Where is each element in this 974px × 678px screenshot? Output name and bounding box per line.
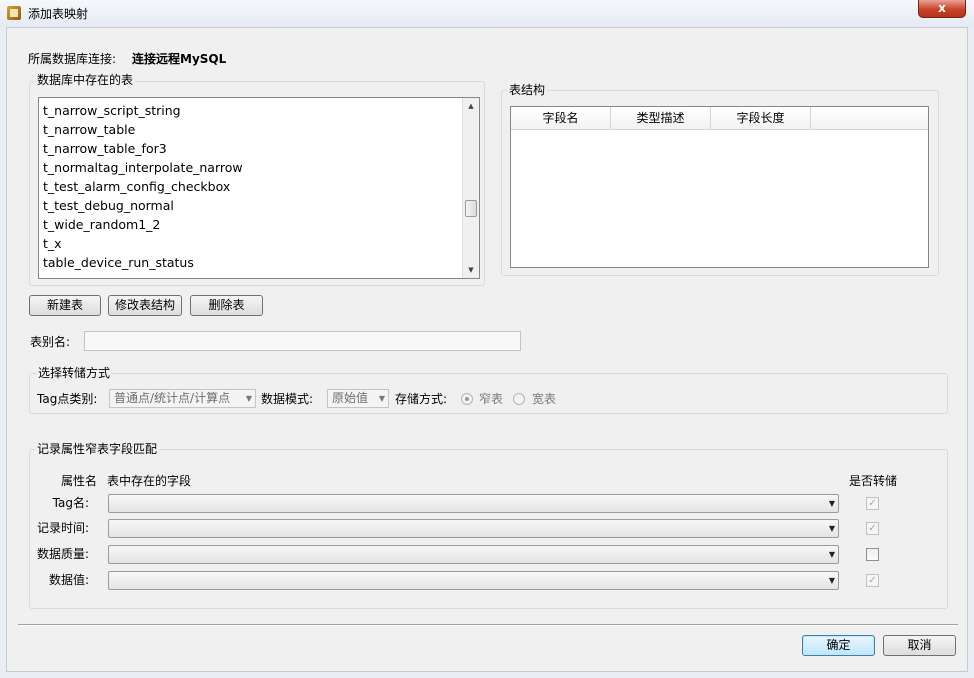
storage-mode-label: 存储方式: (395, 392, 448, 406)
dump-header: 是否转储 (849, 474, 898, 488)
dump-checkbox[interactable] (866, 548, 879, 561)
mapping-field-select[interactable]: ▼ (108, 494, 839, 513)
dialog-client-area: 所属数据库连接: 连接远程MySQL 数据库中存在的表 t_narrow_scr… (6, 27, 968, 672)
tag-type-select[interactable]: 普通点/统计点/计算点 ▼ (109, 389, 256, 408)
alias-label: 表别名: (30, 335, 71, 349)
new-table-button[interactable]: 新建表 (29, 295, 101, 316)
ok-button[interactable]: 确定 (802, 635, 875, 656)
footer-separator (18, 624, 958, 626)
window-title: 添加表映射 (28, 7, 89, 21)
chevron-down-icon: ▼ (828, 524, 835, 533)
dialog-window: 添加表映射 x 所属数据库连接: 连接远程MySQL 数据库中存在的表 t_na… (0, 0, 974, 678)
mapping-field-select[interactable]: ▼ (108, 545, 839, 564)
chevron-down-icon: ▼ (245, 394, 252, 403)
mapping-field-select[interactable]: ▼ (108, 519, 839, 538)
tag-type-value: 普通点/统计点/计算点 (114, 391, 231, 405)
chevron-down-icon: ▼ (828, 499, 835, 508)
dump-checkbox[interactable]: ✓ (866, 574, 879, 587)
cancel-button[interactable]: 取消 (883, 635, 956, 656)
mapping-field-select[interactable]: ▼ (108, 571, 839, 590)
storage-group-legend: 选择转储方式 (36, 366, 113, 380)
list-item[interactable]: t_test_alarm_config_checkbox (43, 177, 243, 196)
chevron-down-icon: ▼ (828, 550, 835, 559)
structure-grid[interactable]: 字段名 类型描述 字段长度 (510, 106, 929, 268)
tables-vertical-scrollbar[interactable]: ▲ ▼ (462, 98, 479, 278)
mapping-row-label: Tag名: (52, 496, 89, 510)
data-mode-select[interactable]: 原始值 ▼ (327, 389, 389, 408)
connection-label: 所属数据库连接: (28, 52, 117, 66)
column-header[interactable]: 字段长度 (711, 107, 811, 129)
list-item[interactable]: t_test_debug_normal (43, 196, 243, 215)
column-header[interactable]: 字段名 (511, 107, 611, 129)
data-mode-value: 原始值 (332, 391, 369, 405)
close-button[interactable]: x (918, 0, 966, 18)
title-bar[interactable]: 添加表映射 x (0, 0, 974, 27)
tables-group-legend: 数据库中存在的表 (35, 73, 136, 87)
list-item[interactable]: t_normaltag_interpolate_narrow (43, 158, 243, 177)
alias-input[interactable] (84, 331, 521, 351)
mapping-row-label: 数据质量: (36, 547, 89, 561)
chevron-down-icon: ▼ (828, 576, 835, 585)
mapping-group-legend: 记录属性窄表字段匹配 (35, 442, 160, 456)
list-item[interactable]: t_narrow_table_for3 (43, 139, 243, 158)
scroll-thumb[interactable] (465, 200, 477, 217)
mapping-row-label: 数据值: (48, 573, 89, 587)
modify-table-button[interactable]: 修改表结构 (108, 295, 182, 316)
list-item[interactable]: t_narrow_table (43, 120, 243, 139)
scroll-down-icon[interactable]: ▼ (463, 262, 479, 278)
wide-table-label: 宽表 (532, 392, 557, 406)
structure-group-legend: 表结构 (507, 83, 548, 97)
dump-checkbox[interactable]: ✓ (866, 497, 879, 510)
app-icon (7, 6, 21, 20)
data-mode-label: 数据模式: (261, 392, 314, 406)
structure-grid-header: 字段名 类型描述 字段长度 (511, 107, 928, 130)
tag-type-label: Tag点类别: (37, 392, 98, 406)
narrow-table-radio[interactable] (461, 393, 473, 405)
list-item[interactable]: t_x (43, 234, 243, 253)
list-item[interactable]: table_device_run_status (43, 253, 243, 272)
connection-value: 连接远程MySQL (132, 52, 227, 66)
narrow-table-label: 窄表 (479, 392, 504, 406)
dump-checkbox[interactable]: ✓ (866, 522, 879, 535)
tables-listbox[interactable]: t_narrow_script_string t_narrow_table t_na… (38, 97, 480, 279)
mapping-row-label: 记录时间: (36, 521, 89, 535)
scroll-up-icon[interactable]: ▲ (463, 98, 479, 114)
list-item[interactable]: t_wide_random1_2 (43, 215, 243, 234)
list-item[interactable]: t_narrow_script_string (43, 101, 243, 120)
chevron-down-icon: ▼ (378, 394, 385, 403)
attr-name-header: 属性名 (61, 474, 98, 488)
column-header[interactable]: 类型描述 (611, 107, 711, 129)
wide-table-radio[interactable] (513, 393, 525, 405)
field-header: 表中存在的字段 (107, 474, 192, 488)
delete-table-button[interactable]: 删除表 (190, 295, 263, 316)
table-list-items: t_narrow_script_string t_narrow_table t_na… (43, 101, 243, 272)
